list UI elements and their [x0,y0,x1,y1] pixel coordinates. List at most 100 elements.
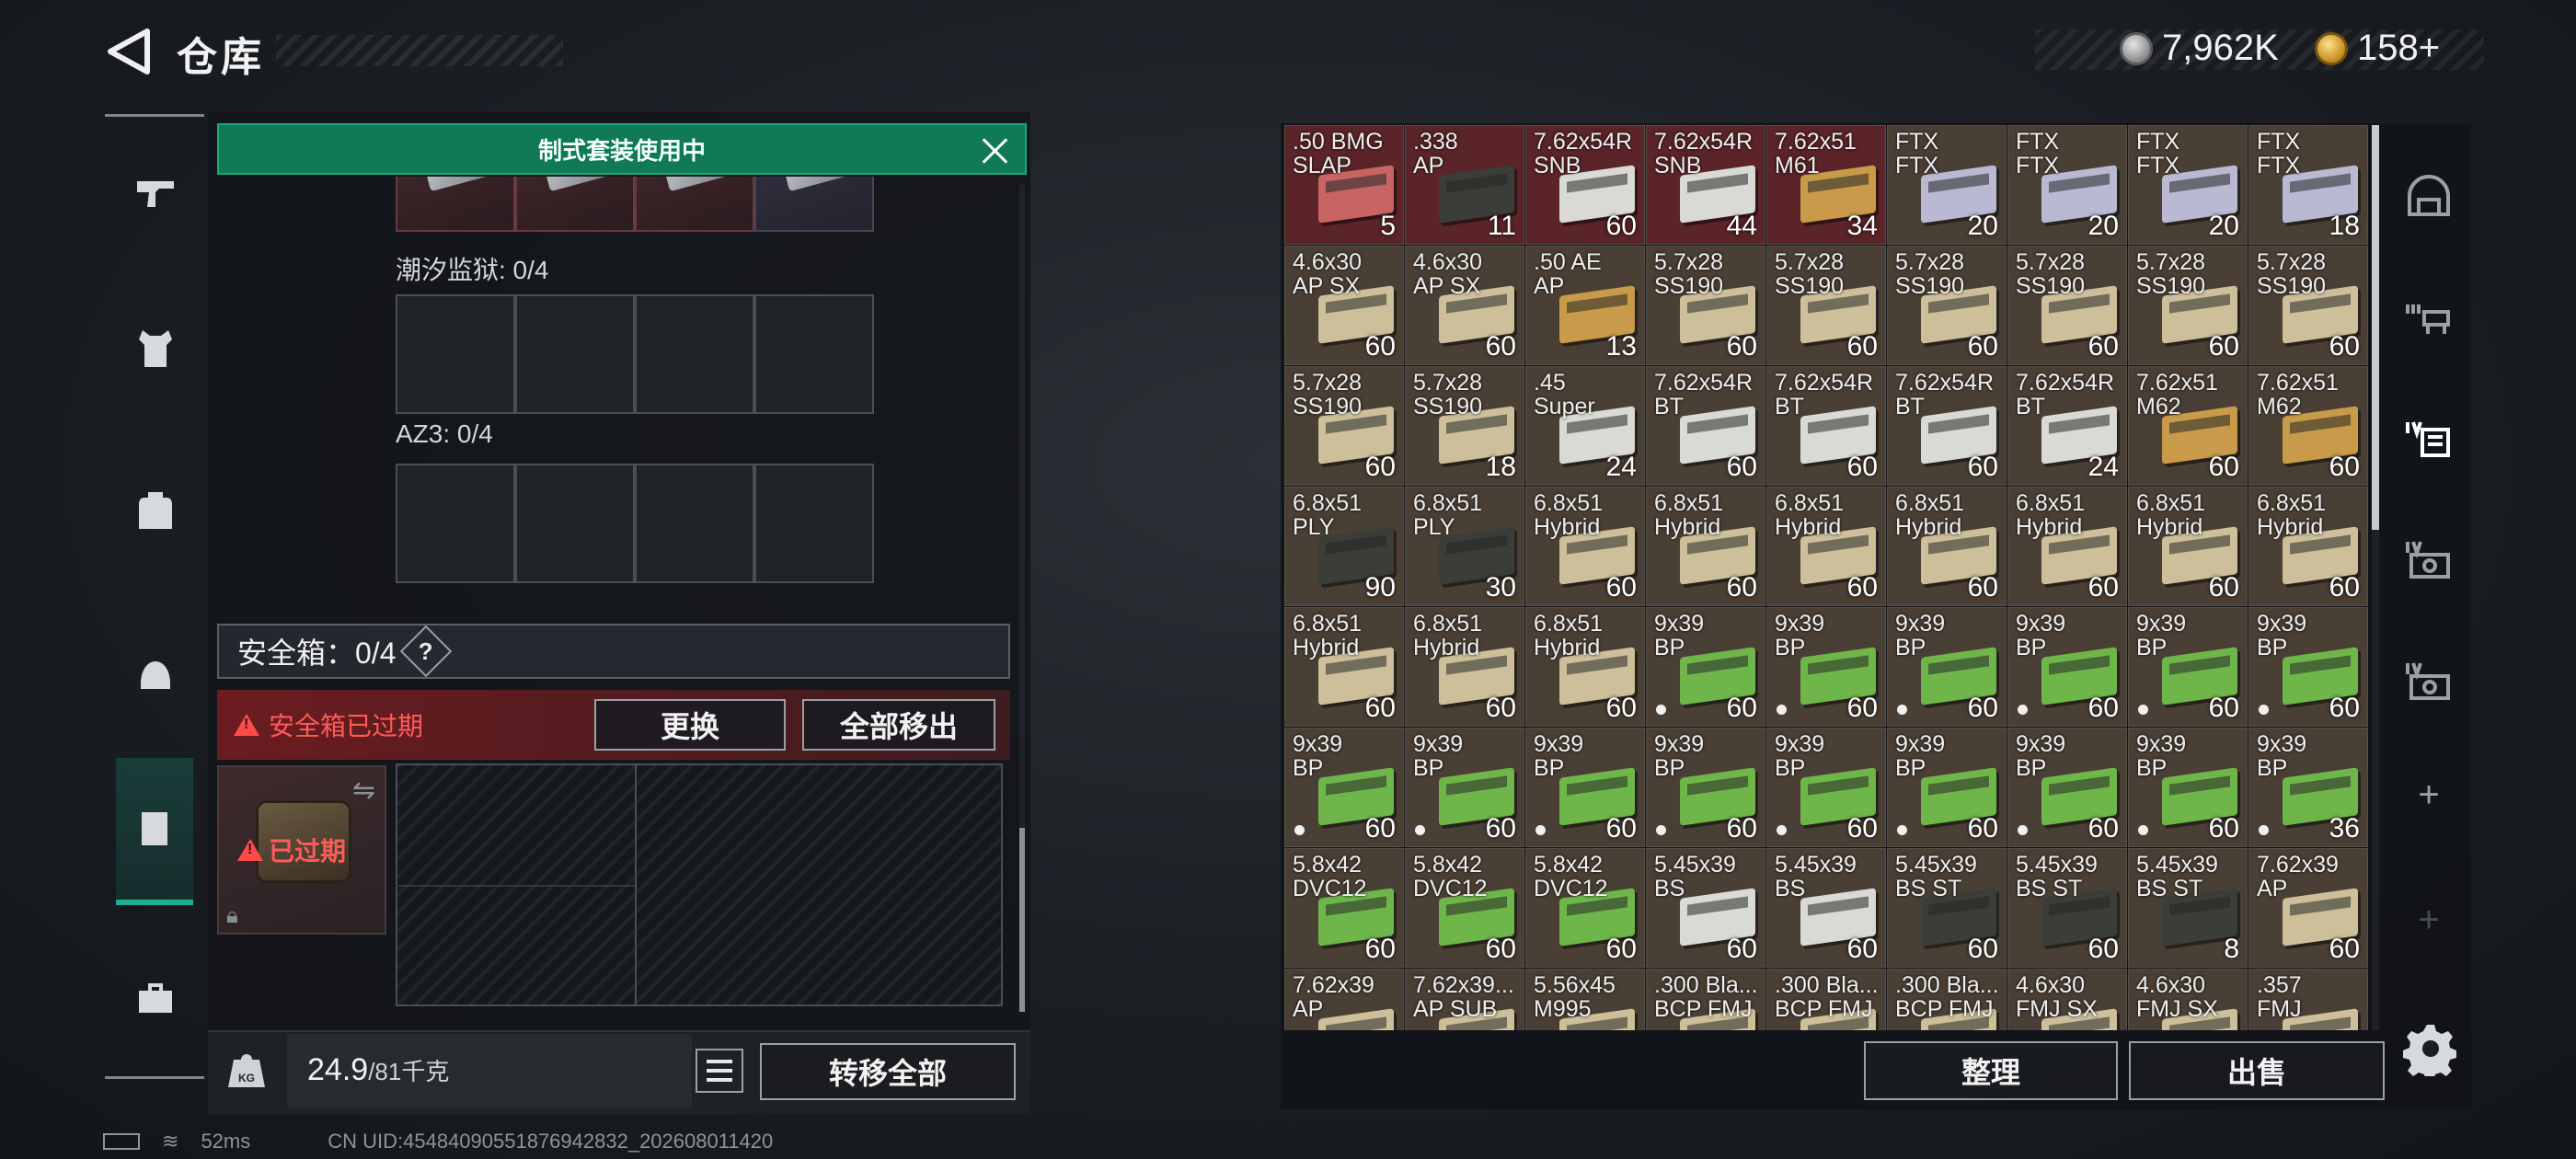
inventory-grid[interactable]: .50 BMG SLAP 5.338 AP 11 7.62x54R SNB 60 7.62… [1284,125,2370,1030]
inventory-item[interactable]: 6.8x51 PLY 30 [1405,487,1524,606]
inventory-item[interactable]: 5.8x42 DVC12 60 [1405,848,1524,968]
inventory-item[interactable]: .50 BMG SLAP 5 [1284,125,1404,245]
inventory-scrollbar-thumb[interactable] [2372,125,2379,530]
inventory-item[interactable]: 5.7x28 SS190 60 [2248,246,2368,365]
inventory-item[interactable]: 5.45x39 BS ST 60 [1887,848,2007,968]
inventory-item[interactable]: 9x39 BP 60 [1646,728,1765,847]
inventory-item[interactable]: 7.62x51 M62 60 [2248,366,2368,486]
inventory-item[interactable]: 6.8x51 PLY 90 [1284,487,1404,606]
slot[interactable] [515,177,635,232]
inventory-item[interactable]: 5.7x28 SS190 60 [1284,366,1404,486]
inventory-item[interactable]: 9x39 BP 60 [1405,728,1524,847]
inventory-item[interactable]: 5.7x28 SS190 60 [2007,246,2127,365]
inventory-item[interactable]: 5.8x42 DVC12 60 [1525,848,1645,968]
inventory-item[interactable]: 6.8x51 Hybrid 60 [1525,607,1645,727]
inventory-item[interactable]: 5.7x28 SS190 60 [2128,246,2248,365]
nav-secure-case[interactable] [116,758,193,905]
tab-level-3[interactable] [2392,280,2466,353]
inventory-item[interactable]: 9x39 BP 60 [2128,728,2248,847]
inventory-item[interactable]: FTX FTX 20 [2007,125,2127,245]
inventory-item[interactable]: 9x39 BP 60 [2007,607,2127,727]
add-tab-button[interactable]: + [2392,758,2466,832]
gold-currency[interactable]: 158+ [2315,28,2440,69]
inventory-item[interactable]: 7.62x54R SNB 44 [1646,125,1765,245]
inventory-item[interactable]: .357 FMJ [2248,969,2368,1030]
swap-icon[interactable]: ⇋ [352,775,375,807]
inventory-item[interactable]: 9x39 BP 60 [2007,728,2127,847]
slot[interactable] [635,177,754,232]
scrollbar-thumb[interactable] [1019,828,1025,1012]
inventory-item[interactable]: 6.8x51 Hybrid 60 [1887,487,2007,606]
inventory-item[interactable]: 9x39 BP 60 [2128,607,2248,727]
inventory-item[interactable]: FTX FTX 20 [1887,125,2007,245]
nav-toolbox[interactable] [114,957,197,1039]
inventory-item[interactable]: 7.62x54R BT 60 [1646,366,1765,486]
inventory-item[interactable]: 7.62x51 M61 34 [1766,125,1886,245]
list-view-button[interactable] [696,1049,743,1093]
transfer-all-button[interactable]: 转移全部 [760,1043,1016,1100]
slot[interactable] [754,464,874,583]
inventory-item[interactable]: 9x39 BP 60 [2248,607,2368,727]
safe-box-item[interactable]: ⇋ 已过期 🔒︎ [217,765,386,935]
close-icon[interactable] [979,134,1012,167]
inventory-item[interactable]: 9x39 BP 36 [2248,728,2368,847]
slot[interactable] [635,294,754,414]
nav-armor[interactable] [114,307,197,390]
inventory-item[interactable]: 7.62x39 AP [1284,969,1404,1030]
help-button[interactable]: ? [399,625,452,678]
inventory-item[interactable]: .300 Bla... BCP FMJ [1887,969,2007,1030]
loadout-scroll-area[interactable]: 潮汐监狱: 0/4 AZ3: 0/4 [217,177,1023,614]
inventory-item[interactable]: 5.45x39 BS 60 [1766,848,1886,968]
inventory-item[interactable]: 9x39 BP 60 [1887,728,2007,847]
inventory-item[interactable]: .45 Super 24 [1525,366,1645,486]
inventory-item[interactable]: 7.62x39... AP SUB [1405,969,1524,1030]
inventory-item[interactable]: 6.8x51 Hybrid 60 [1766,487,1886,606]
nav-helmet[interactable] [114,635,197,717]
inventory-item[interactable]: 5.45x39 BS ST 8 [2128,848,2248,968]
inventory-item[interactable]: 7.62x54R SNB 60 [1525,125,1645,245]
slot[interactable] [396,294,515,414]
inventory-item[interactable]: 6.8x51 Hybrid 60 [1525,487,1645,606]
inventory-item[interactable]: 4.6x30 FMJ SX [2128,969,2248,1030]
settings-gear-icon[interactable] [2403,1021,2458,1076]
nav-backpack[interactable] [114,469,197,552]
sell-button[interactable]: 出售 [2129,1041,2385,1100]
inventory-item[interactable]: 7.62x54R BT 60 [1887,366,2007,486]
back-button[interactable] [103,26,155,77]
inventory-item[interactable]: 5.7x28 SS190 60 [1887,246,2007,365]
inventory-item[interactable]: 6.8x51 Hybrid 60 [1405,607,1524,727]
inventory-item[interactable]: FTX FTX 18 [2248,125,2368,245]
inventory-item[interactable]: 4.6x30 FMJ SX [2007,969,2127,1030]
slot[interactable] [396,177,515,232]
inventory-item[interactable]: .50 AE AP 13 [1525,246,1645,365]
add-tab-button[interactable]: + [2392,883,2466,957]
inventory-item[interactable]: 9x39 BP 60 [1766,607,1886,727]
inventory-item[interactable]: 5.7x28 SS190 60 [1646,246,1765,365]
inventory-item[interactable]: 4.6x30 AP SX 60 [1284,246,1404,365]
inventory-item[interactable]: 9x39 BP 60 [1766,728,1886,847]
slot[interactable] [754,294,874,414]
inventory-item[interactable]: 5.8x42 DVC12 60 [1284,848,1404,968]
tab-level-4-safe-b[interactable] [2392,644,2466,717]
inventory-item[interactable]: 7.62x54R BT 60 [1766,366,1886,486]
inventory-item[interactable]: 9x39 BP 60 [1646,607,1765,727]
inventory-item[interactable]: 4.6x30 AP SX 60 [1405,246,1524,365]
inventory-item[interactable]: 5.45x39 BS ST 60 [2007,848,2127,968]
inventory-item[interactable]: 5.56x45 M995 [1525,969,1645,1030]
inventory-item[interactable]: 9x39 BP 60 [1284,728,1404,847]
slot[interactable] [635,464,754,583]
remove-all-button[interactable]: 全部移出 [802,699,995,751]
inventory-item[interactable]: .300 Bla... BCP FMJ [1766,969,1886,1030]
sort-button[interactable]: 整理 [1864,1041,2118,1100]
inventory-item[interactable]: 7.62x51 M62 60 [2128,366,2248,486]
slot[interactable] [396,464,515,583]
replace-button[interactable]: 更换 [594,699,786,751]
inventory-item[interactable]: 7.62x54R BT 24 [2007,366,2127,486]
inventory-item[interactable]: 9x39 BP 60 [1525,728,1645,847]
inventory-item[interactable]: .300 Bla... BCP FMJ [1646,969,1765,1030]
inventory-item[interactable]: 5.7x28 SS190 18 [1405,366,1524,486]
tab-level-4-active[interactable] [2392,401,2466,475]
inventory-item[interactable]: 6.8x51 Hybrid 60 [2128,487,2248,606]
tab-level-4-safe[interactable] [2392,522,2466,596]
slot[interactable] [515,294,635,414]
